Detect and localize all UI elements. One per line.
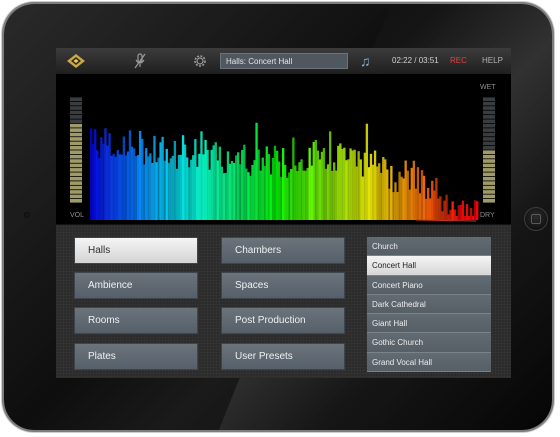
preset-item-concert-piano[interactable]: Concert Piano xyxy=(367,275,491,295)
playback-time: 02:22 / 03:51 xyxy=(392,56,439,65)
preset-item-giant-hall[interactable]: Giant Hall xyxy=(367,314,491,334)
ipad-device: Halls: Concert Hall ♫ 02:22 / 03:51 REC … xyxy=(4,4,552,430)
vol-label: VOL xyxy=(70,212,85,219)
wet-label: WET xyxy=(480,84,496,91)
record-button[interactable]: REC xyxy=(450,48,467,74)
preset-item-gothic-church[interactable]: Gothic Church xyxy=(367,333,491,353)
category-button-spaces[interactable]: Spaces xyxy=(221,272,345,299)
category-button-plates[interactable]: Plates xyxy=(74,343,198,370)
spectrum-tail xyxy=(415,219,477,222)
diamond-logo-icon[interactable] xyxy=(66,53,86,69)
preset-item-grand-vocal-hall[interactable]: Grand Vocal Hall xyxy=(367,352,491,373)
category-button-post-production[interactable]: Post Production xyxy=(221,307,345,334)
spectrum-graph xyxy=(70,97,495,222)
category-button-user-presets[interactable]: User Presets xyxy=(221,343,345,370)
category-button-chambers[interactable]: Chambers xyxy=(221,237,345,264)
top-toolbar: Halls: Concert Hall ♫ 02:22 / 03:51 REC … xyxy=(56,48,511,75)
preset-item-dark-cathedral[interactable]: Dark Cathedral xyxy=(367,294,491,315)
current-preset-display[interactable]: Halls: Concert Hall xyxy=(220,53,348,69)
spectrum-bars xyxy=(90,122,479,220)
category-button-rooms[interactable]: Rooms xyxy=(74,307,198,334)
home-button[interactable] xyxy=(524,207,548,231)
help-button[interactable]: HELP xyxy=(482,48,503,74)
preset-browser: Halls Ambience Rooms Plates Chambers Spa… xyxy=(56,225,511,378)
preset-list[interactable]: Church Concert Hall Concert Piano Dark C… xyxy=(367,237,491,373)
wet-dry-meter[interactable] xyxy=(483,97,495,203)
muted-mic-icon[interactable] xyxy=(133,53,147,69)
preset-item-concert-hall[interactable]: Concert Hall xyxy=(367,256,491,276)
music-note-icon[interactable]: ♫ xyxy=(360,51,371,71)
app-screen: Halls: Concert Hall ♫ 02:22 / 03:51 REC … xyxy=(56,48,511,378)
preset-item-church[interactable]: Church xyxy=(367,237,491,257)
volume-meter[interactable] xyxy=(70,97,82,203)
camera-icon xyxy=(24,212,30,218)
category-button-ambience[interactable]: Ambience xyxy=(74,272,198,299)
spectrum-visualizer: VOL WET DRY xyxy=(56,75,511,224)
gear-icon[interactable] xyxy=(192,53,208,69)
dry-label: DRY xyxy=(480,212,495,219)
category-button-halls[interactable]: Halls xyxy=(74,237,198,264)
